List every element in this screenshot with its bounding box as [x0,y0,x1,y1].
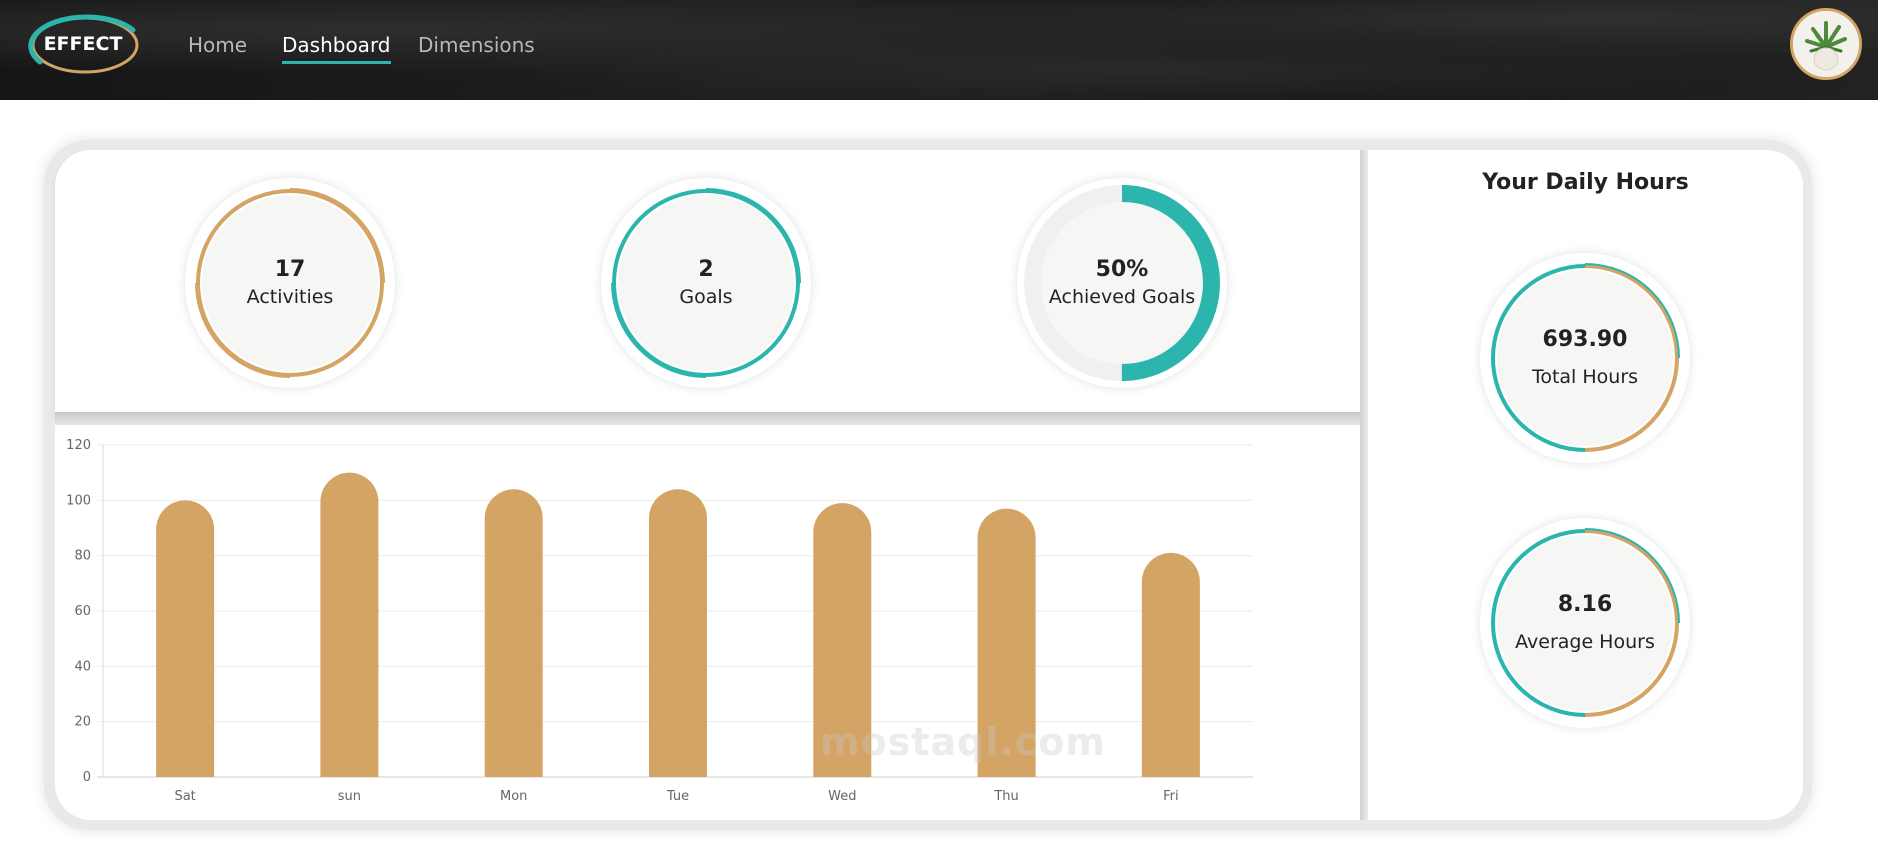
horizontal-divider [55,412,1360,425]
achieved-goals-stat: 50% Achieved Goals [1017,178,1227,388]
total-hours-label: Total Hours [1531,366,1639,388]
activities-inner: 17 Activities [202,195,378,371]
y-tick-label: 120 [66,438,91,453]
average-hours-label: Average Hours [1515,631,1655,653]
goals-label: Goals [679,286,733,308]
x-tick-label: Mon [500,789,527,804]
x-tick-label: Tue [666,789,689,804]
x-tick-label: Fri [1163,789,1179,804]
goals-value: 2 [698,257,714,282]
achieved-inner: 50% Achieved Goals [1041,202,1203,364]
bar-mon[interactable] [484,489,543,777]
average-hours-value: 8.16 [1557,592,1613,617]
nav-dimensions-link[interactable]: Dimensions [418,33,535,61]
average-hours-stat: 8.16 Average Hours [1480,518,1690,728]
activities-label: Activities [246,286,334,308]
bar-sat[interactable] [156,500,215,777]
total-hours-stat: 693.90 Total Hours [1480,253,1690,463]
goals-stat: 2 Goals [601,178,811,388]
y-tick-label: 0 [83,770,91,785]
activities-value: 17 [274,257,306,282]
activities-stat: 17 Activities [185,178,395,388]
avatar[interactable] [1790,8,1862,80]
x-tick-label: Thu [993,789,1018,804]
daily-hours-title: Your Daily Hours [1482,170,1689,195]
y-tick-label: 40 [74,659,91,674]
total-hours-inner: 693.90 Total Hours [1497,270,1673,446]
logo[interactable]: EFFECT [28,14,139,74]
bar-tue[interactable] [649,489,707,777]
achieved-label: Achieved Goals [1048,286,1196,308]
x-tick-label: sun [338,789,361,804]
vertical-divider [1360,150,1368,820]
watermark: mostaql.com [820,720,1107,764]
average-hours-inner: 8.16 Average Hours [1497,535,1673,711]
total-hours-value: 693.90 [1542,327,1628,352]
bar-sun[interactable] [320,472,379,777]
x-tick-label: Wed [828,789,856,804]
y-tick-label: 20 [74,715,91,730]
y-tick-label: 60 [74,604,91,619]
top-navbar: EFFECT Home Dashboard Dimensions [0,0,1878,100]
nav-dashboard-link[interactable]: Dashboard [282,33,391,64]
logo-text: EFFECT [43,33,123,55]
x-tick-label: Sat [174,789,195,804]
daily-hours-bar-chart: 0 20 40 60 80 100 120 Sat sun Mon Tue Wed Thu Fri [66,438,1253,804]
plant-icon [1793,11,1859,77]
y-tick-label: 80 [74,549,91,564]
nav-home-link[interactable]: Home [188,33,247,61]
y-tick-label: 100 [66,493,91,508]
bar-fri[interactable] [1141,552,1200,777]
achieved-value: 50% [1095,257,1149,282]
goals-inner: 2 Goals [618,195,794,371]
